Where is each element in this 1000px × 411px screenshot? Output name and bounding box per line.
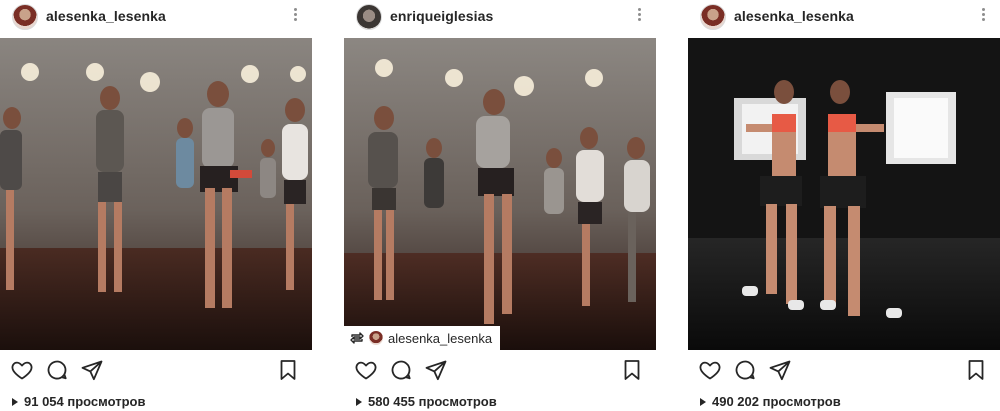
heart-icon[interactable] <box>10 358 34 382</box>
view-count-text: 91 054 просмотров <box>24 394 146 409</box>
avatar[interactable] <box>356 4 382 30</box>
share-icon[interactable] <box>768 358 792 382</box>
post-card: enriqueiglesias alesenka_lesenka 580 455… <box>344 0 656 411</box>
username[interactable]: enriqueiglesias <box>390 8 493 24</box>
more-icon[interactable] <box>980 6 986 26</box>
heart-icon[interactable] <box>698 358 722 382</box>
repost-username: alesenka_lesenka <box>388 330 493 346</box>
action-bar <box>344 350 656 388</box>
play-icon <box>700 397 706 406</box>
view-count-text: 490 202 просмотров <box>712 394 841 409</box>
play-icon <box>356 397 362 406</box>
post-card: alesenka_lesenka <box>0 0 312 411</box>
post-header: alesenka_lesenka <box>0 0 312 38</box>
action-bar <box>0 350 312 388</box>
comment-icon[interactable] <box>45 358 69 382</box>
avatar <box>369 331 383 345</box>
more-icon[interactable] <box>292 6 298 26</box>
post-header: enriqueiglesias <box>344 0 656 38</box>
avatar[interactable] <box>700 4 726 30</box>
comment-icon[interactable] <box>389 358 413 382</box>
share-icon[interactable] <box>80 358 104 382</box>
avatar[interactable] <box>12 4 38 30</box>
video[interactable] <box>688 38 1000 350</box>
view-count: 91 054 просмотров <box>12 394 145 409</box>
view-count: 580 455 просмотров <box>356 394 497 409</box>
more-icon[interactable] <box>636 6 642 26</box>
bookmark-icon[interactable] <box>276 358 300 382</box>
username[interactable]: alesenka_lesenka <box>734 8 854 24</box>
post-header: alesenka_lesenka <box>688 0 1000 38</box>
heart-icon[interactable] <box>354 358 378 382</box>
action-bar <box>688 350 1000 388</box>
post-card: alesenka_lesenka <box>688 0 1000 411</box>
bookmark-icon[interactable] <box>620 358 644 382</box>
view-count-text: 580 455 просмотров <box>368 394 497 409</box>
repost-tag[interactable]: alesenka_lesenka <box>344 326 501 350</box>
comment-icon[interactable] <box>733 358 757 382</box>
username[interactable]: alesenka_lesenka <box>46 8 166 24</box>
share-icon[interactable] <box>424 358 448 382</box>
repost-icon <box>350 332 364 344</box>
view-count: 490 202 просмотров <box>700 394 841 409</box>
play-icon <box>12 397 18 406</box>
video[interactable] <box>0 38 312 350</box>
bookmark-icon[interactable] <box>964 358 988 382</box>
video[interactable]: alesenka_lesenka <box>344 38 656 350</box>
